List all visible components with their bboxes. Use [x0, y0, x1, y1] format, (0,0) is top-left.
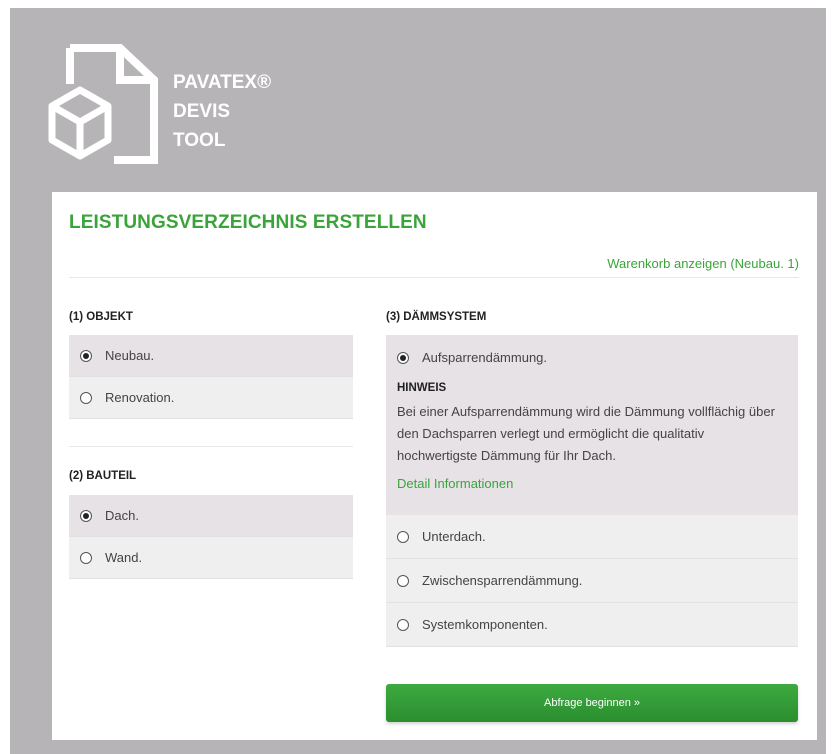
option-label: Aufsparrendämmung. — [422, 350, 548, 365]
radio-icon[interactable] — [397, 530, 409, 543]
hint-text: Bei einer Aufsparrendämmung wird die Däm… — [397, 404, 775, 463]
option-dach[interactable]: Dach. — [69, 495, 353, 537]
section-divider — [69, 446, 353, 447]
option-zwischensparrendaemmung[interactable]: Zwischensparrendämmung. — [386, 559, 798, 603]
radio-icon[interactable] — [397, 618, 409, 631]
option-label: Renovation. — [105, 390, 175, 405]
radio-icon[interactable] — [80, 509, 92, 522]
radio-icon[interactable] — [80, 349, 92, 362]
section-label-objekt: (1) OBJEKT — [69, 311, 133, 323]
option-label: Zwischensparrendämmung. — [422, 573, 583, 588]
brand-name: PAVATEX® DEVIS TOOL — [173, 68, 271, 155]
option-neubau[interactable]: Neubau. — [69, 335, 353, 377]
detail-info-link[interactable]: Detail Informationen — [397, 476, 787, 491]
option-systemkomponenten[interactable]: Systemkomponenten. — [386, 603, 798, 647]
brand-line-3: TOOL — [173, 130, 226, 151]
daemmsystem-options: Aufsparrendämmung. HINWEIS Bei einer Auf… — [386, 335, 798, 647]
radio-icon[interactable] — [397, 351, 409, 364]
cart-link[interactable]: Warenkorb anzeigen (Neubau. 1) — [607, 256, 799, 271]
header-divider — [69, 277, 799, 278]
option-aufsparrendaemmung[interactable]: Aufsparrendämmung. HINWEIS Bei einer Auf… — [386, 335, 798, 515]
bauteil-options: Dach. Wand. — [69, 495, 353, 579]
brand-line-1: PAVATEX® — [173, 72, 272, 93]
option-label: Dach. — [105, 508, 139, 523]
option-unterdach[interactable]: Unterdach. — [386, 515, 798, 559]
option-renovation[interactable]: Renovation. — [69, 377, 353, 419]
start-query-button[interactable]: Abfrage beginnen » — [386, 684, 798, 722]
document-box-icon — [48, 44, 158, 164]
option-label: Unterdach. — [422, 529, 486, 544]
option-wand[interactable]: Wand. — [69, 537, 353, 579]
objekt-options: Neubau. Renovation. — [69, 335, 353, 419]
option-label: Wand. — [105, 550, 143, 565]
option-label: Systemkomponenten. — [422, 617, 548, 632]
section-label-daemmsystem: (3) DÄMMSYSTEM — [386, 311, 487, 323]
section-label-bauteil: (2) BAUTEIL — [69, 470, 137, 482]
hint-title: HINWEIS — [397, 382, 447, 394]
main-panel: LEISTUNGSVERZEICHNIS ERSTELLEN Warenkorb… — [52, 192, 817, 740]
page-title: LEISTUNGSVERZEICHNIS ERSTELLEN — [69, 212, 427, 233]
brand-line-2: DEVIS — [173, 101, 231, 122]
selected-option-row[interactable]: Aufsparrendämmung. — [397, 335, 787, 380]
radio-icon[interactable] — [397, 574, 409, 587]
radio-icon[interactable] — [80, 391, 92, 404]
option-label: Neubau. — [105, 348, 155, 363]
page-frame: PAVATEX® DEVIS TOOL LEISTUNGSVERZEICHNIS… — [10, 8, 826, 754]
radio-icon[interactable] — [80, 551, 92, 564]
